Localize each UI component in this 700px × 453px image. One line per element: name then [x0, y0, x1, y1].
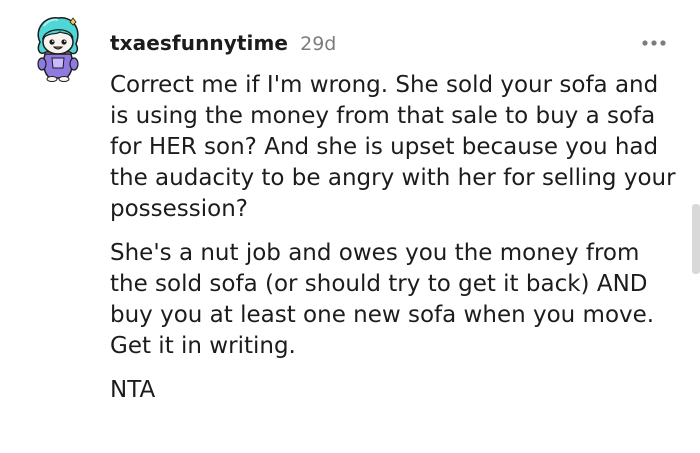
comment-paragraph: NTA [110, 377, 156, 403]
username-link[interactable]: txaesfunnytime [110, 31, 288, 55]
avatar[interactable] [30, 12, 86, 82]
more-options-button[interactable] [638, 30, 670, 56]
snoo-avatar-icon [37, 17, 79, 82]
comment: txaesfunnytime 29d Correct me if I'm wro… [0, 0, 700, 453]
comment-timestamp: 29d [300, 33, 337, 55]
comment-paragraph: She's a nut job and owes you the money f… [110, 240, 655, 359]
comment-paragraph: Correct me if I'm wrong. She sold your s… [110, 72, 676, 222]
more-options-icon [642, 40, 666, 46]
comment-header: txaesfunnytime 29d [110, 31, 336, 61]
scrollbar-thumb[interactable] [692, 204, 700, 274]
comment-body: Correct me if I'm wrong. She sold your s… [110, 70, 680, 419]
